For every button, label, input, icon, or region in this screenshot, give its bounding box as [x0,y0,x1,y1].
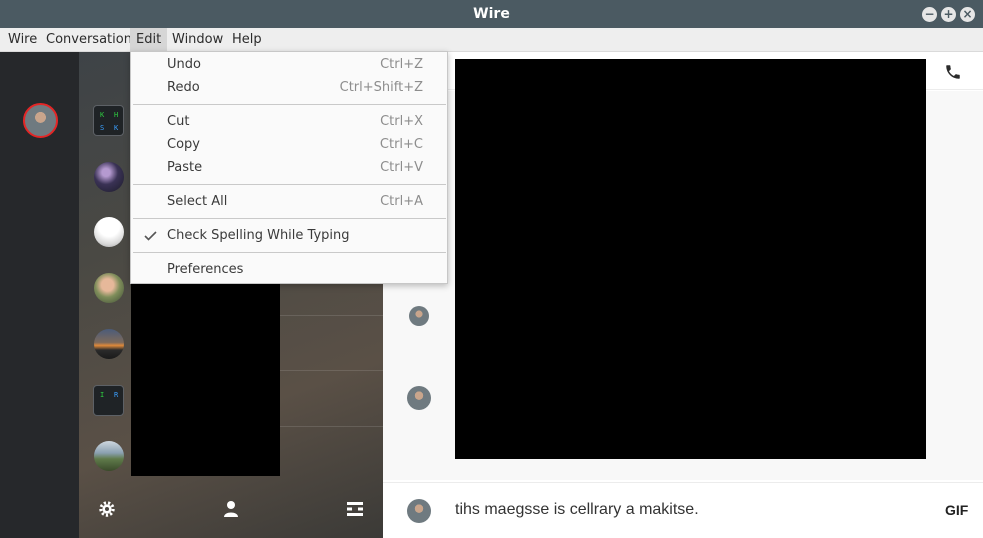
conversation-avatar[interactable] [94,329,124,359]
menu-wire[interactable]: Wire [2,28,43,52]
conversation-avatar[interactable] [94,217,124,247]
message-composer: tihs maegsse is cellrary a makitse. GIF [383,482,983,538]
menu-item-label: Preferences [167,262,244,277]
menu-help[interactable]: Help [226,28,268,52]
group-avatar-khsk[interactable]: K H S K [93,105,124,136]
menu-item-check-spelling[interactable]: Check Spelling While Typing [131,225,447,247]
menu-item-shortcut: Ctrl+V [380,160,423,175]
menu-separator [133,104,446,105]
composer-avatar [407,499,431,523]
menu-item-paste[interactable]: Paste Ctrl+V [131,157,447,179]
window-title: Wire [473,6,510,22]
conversation-avatar[interactable] [94,273,124,303]
menu-item-preferences[interactable]: Preferences [131,259,447,281]
menu-item-redo[interactable]: Redo Ctrl+Shift+Z [131,77,447,99]
menu-item-cut[interactable]: Cut Ctrl+X [131,111,447,133]
message-avatar[interactable] [407,386,431,410]
menu-item-label: Select All [167,194,228,209]
menu-item-label: Undo [167,57,201,72]
conversation-avatar[interactable] [94,162,124,192]
media-attachment[interactable] [455,59,926,459]
account-rail [0,52,79,538]
group-avatar-ir[interactable]: I R [93,385,124,416]
menu-item-label: Check Spelling While Typing [167,228,350,243]
group-avatar-letter: I [100,391,105,399]
conversation-preview-image [131,283,280,476]
self-avatar[interactable] [23,103,58,138]
menu-window[interactable]: Window [166,28,229,52]
gif-button[interactable]: GIF [945,502,968,518]
window-titlebar: Wire − + × [0,0,983,28]
person-icon[interactable] [221,499,241,519]
menu-edit[interactable]: Edit [130,28,168,52]
menu-item-undo[interactable]: Undo Ctrl+Z [131,54,447,76]
settings-gear-icon[interactable] [97,499,117,519]
list-divider [280,315,383,316]
menu-separator [133,184,446,185]
conversation-avatar[interactable] [94,441,124,471]
phone-icon[interactable] [944,63,962,81]
list-divider [280,370,383,371]
group-avatar-letter: S [100,124,105,132]
menu-bar: Wire Conversation Edit Window Help [0,28,983,52]
menu-item-label: Cut [167,114,190,129]
menu-item-label: Copy [167,137,200,152]
menu-item-shortcut: Ctrl+C [379,137,423,152]
group-avatar-letter: K [100,111,105,119]
list-divider [280,426,383,427]
menu-item-shortcut: Ctrl+Z [380,57,423,72]
close-button[interactable]: × [960,7,975,22]
menu-separator [133,252,446,253]
maximize-button[interactable]: + [941,7,956,22]
group-avatar-letter: H [114,111,119,119]
archive-icon[interactable] [345,499,365,519]
minimize-button[interactable]: − [922,7,937,22]
message-avatar[interactable] [409,306,429,326]
menu-item-label: Paste [167,160,203,175]
checkmark-icon [144,231,157,241]
menu-item-copy[interactable]: Copy Ctrl+C [131,134,447,156]
conversation-list-footer [79,480,383,538]
menu-item-shortcut: Ctrl+A [380,194,423,209]
menu-conversation[interactable]: Conversation [40,28,138,52]
menu-item-shortcut: Ctrl+Shift+Z [339,80,423,95]
message-input[interactable]: tihs maegsse is cellrary a makitse. [455,501,699,519]
menu-item-select-all[interactable]: Select All Ctrl+A [131,191,447,213]
group-avatar-letter: R [114,391,119,399]
menu-item-label: Redo [167,80,200,95]
edit-menu-dropdown: Undo Ctrl+Z Redo Ctrl+Shift+Z Cut Ctrl+X… [130,51,448,284]
menu-item-shortcut: Ctrl+X [380,114,423,129]
group-avatar-letter: K [114,124,119,132]
menu-separator [133,218,446,219]
conversation-view: tihs maegsse is cellrary a makitse. GIF [383,52,983,538]
